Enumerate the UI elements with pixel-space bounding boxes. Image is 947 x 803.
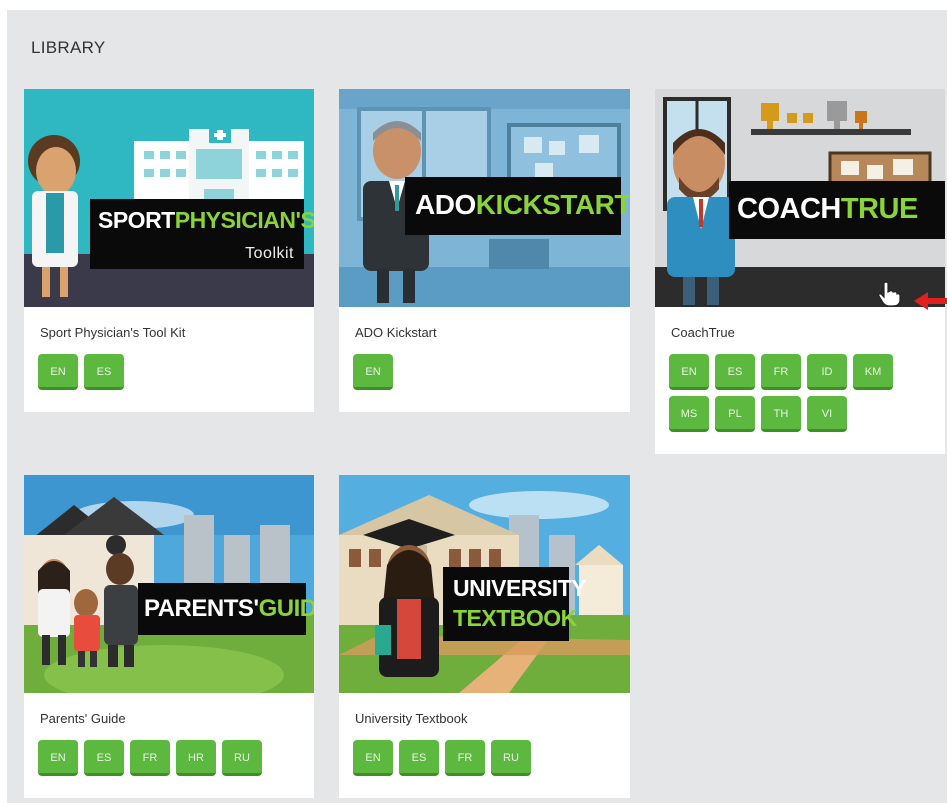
banner-title-white: UNIVERSITY [453,575,587,601]
language-button-km[interactable]: KM [853,354,893,390]
course-card-sport-physician[interactable]: SPORTPHYSICIAN'S Toolkit Sport Physician… [24,89,314,412]
banner-title-white: ADO [415,189,476,220]
hand-pointer-icon [878,281,901,307]
course-title[interactable]: University Textbook [355,711,467,726]
language-button-en[interactable]: EN [38,740,78,776]
language-buttons: EN ES FR ID KM MS PL TH VI [669,354,939,438]
language-buttons: EN ES FR RU [353,740,623,782]
cover-banner: UNIVERSITY TEXTBOOK [443,567,587,641]
language-buttons: EN [353,354,623,396]
language-button-pl[interactable]: PL [715,396,755,432]
cover-banner: ADOKICKSTART [405,177,630,235]
language-button-ru[interactable]: RU [222,740,262,776]
banner-title-green: GUIDE [258,595,314,622]
language-button-id[interactable]: ID [807,354,847,390]
banner-title-green: TRUE [840,193,918,225]
course-cover-image[interactable]: ADOKICKSTART [339,89,630,307]
language-button-fr[interactable]: FR [445,740,485,776]
banner-title-green: PHYSICIAN'S [174,207,314,233]
course-card-university-textbook[interactable]: UNIVERSITY TEXTBOOK University Textbook E… [339,475,630,798]
course-title[interactable]: ADO Kickstart [355,325,437,340]
banner-subtitle: Toolkit [245,245,294,262]
red-arrow-icon [914,292,947,310]
banner-title-white: PARENTS' [144,595,259,622]
course-cover-image[interactable]: UNIVERSITY TEXTBOOK [339,475,630,693]
language-button-fr[interactable]: FR [761,354,801,390]
language-button-ru[interactable]: RU [491,740,531,776]
course-title[interactable]: Parents' Guide [40,711,126,726]
language-button-en[interactable]: EN [669,354,709,390]
course-card-parents-guide[interactable]: PARENTS'GUIDE Parents' Guide EN ES FR HR… [24,475,314,798]
language-button-hr[interactable]: HR [176,740,216,776]
cover-banner: PARENTS'GUIDE [138,583,314,635]
language-button-en[interactable]: EN [38,354,78,390]
language-buttons: EN ES FR HR RU [38,740,308,782]
banner-title-white: SPORT [98,207,175,233]
language-button-es[interactable]: ES [715,354,755,390]
banner-title-white: COACH [737,193,841,225]
course-title[interactable]: Sport Physician's Tool Kit [40,325,185,340]
language-button-es[interactable]: ES [84,740,124,776]
library-title: LIBRARY [31,38,106,57]
course-cover-image[interactable]: COACHTRUE [655,89,945,307]
banner-title-green: KICKSTART [475,189,630,220]
language-button-es[interactable]: ES [84,354,124,390]
language-buttons: EN ES [38,354,308,396]
language-button-es[interactable]: ES [399,740,439,776]
course-cover-image[interactable]: SPORTPHYSICIAN'S Toolkit [24,89,314,307]
language-button-th[interactable]: TH [761,396,801,432]
language-button-fr[interactable]: FR [130,740,170,776]
course-cover-image[interactable]: PARENTS'GUIDE [24,475,314,693]
language-button-en[interactable]: EN [353,354,393,390]
language-button-vi[interactable]: VI [807,396,847,432]
language-button-en[interactable]: EN [353,740,393,776]
course-title[interactable]: CoachTrue [671,325,735,340]
language-button-ms[interactable]: MS [669,396,709,432]
course-card-ado-kickstart[interactable]: ADOKICKSTART ADO Kickstart EN [339,89,630,412]
course-card-coachtrue[interactable]: COACHTRUE CoachTrue EN ES FR ID KM MS PL… [655,89,945,454]
cover-banner: COACHTRUE [729,181,945,239]
cover-banner: SPORTPHYSICIAN'S Toolkit [90,199,314,269]
banner-title-green: TEXTBOOK [453,605,577,631]
